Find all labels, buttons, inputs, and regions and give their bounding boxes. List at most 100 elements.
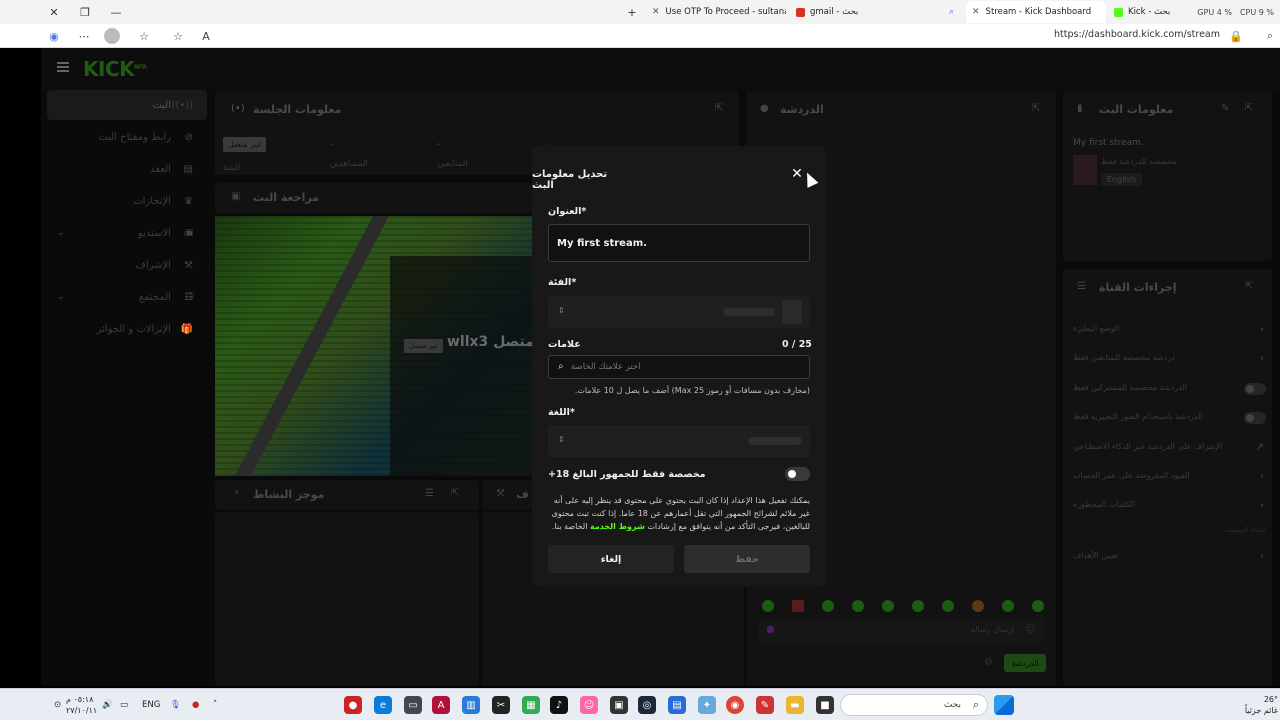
volume-icon[interactable]: 🔊	[102, 689, 113, 720]
window-minimize-icon[interactable]: —	[104, 0, 128, 24]
app-icon-monitor[interactable]: ▭	[404, 696, 422, 714]
app-icon-blue[interactable]: ▥	[462, 696, 480, 714]
settings-gear-icon[interactable]: ⚙	[984, 657, 993, 668]
emote-icon[interactable]	[942, 600, 954, 612]
sidebar-item-drops[interactable]: الإنزالات و الجوائز 🎁	[47, 314, 207, 344]
save-button[interactable]: حفظ	[684, 545, 810, 573]
tab-close-icon[interactable]: ✕	[972, 7, 980, 17]
edge-icon[interactable]: e	[374, 696, 392, 714]
emote-icon[interactable]	[852, 600, 864, 612]
emote-icon[interactable]	[912, 600, 924, 612]
sidebar-item-contract[interactable]: العقد ▤	[47, 154, 207, 184]
emote-icon[interactable]	[822, 600, 834, 612]
action-set-goals[interactable]: تعيين الأهداف ›	[1063, 551, 1272, 565]
browser-tab[interactable]: gmail - بحث ⌕	[790, 1, 960, 23]
popout-icon[interactable]: ⇱	[715, 103, 723, 114]
toggle-switch[interactable]	[1244, 383, 1266, 395]
file-explorer-icon[interactable]: ▬	[786, 696, 804, 714]
emote-icon[interactable]	[882, 600, 894, 612]
popout-icon[interactable]: ⇱	[451, 488, 459, 499]
popout-icon[interactable]: ⇱	[1245, 281, 1253, 292]
browser-tab[interactable]: ✕ Use OTP To Proceed - sultanalasi	[646, 1, 786, 23]
language-select[interactable]: ⇕	[548, 425, 810, 457]
app-icon-feather[interactable]: ✎	[756, 696, 774, 714]
collections-icon[interactable]: ☆	[136, 28, 152, 44]
favorite-icon[interactable]: ☆	[170, 28, 186, 44]
adult-content-toggle[interactable]	[785, 467, 810, 481]
more-icon[interactable]: ⋯	[76, 28, 92, 44]
steam-icon[interactable]: ◎	[638, 696, 656, 714]
sidebar-item-moderation[interactable]: الإشراف ⚒	[47, 250, 207, 280]
app-icon-green[interactable]: ▦	[522, 696, 540, 714]
read-aloud-icon[interactable]: A	[198, 28, 214, 44]
window-restore-icon[interactable]: ❐	[73, 0, 97, 24]
chrome-icon[interactable]: ◉	[726, 696, 744, 714]
emote-icon[interactable]	[792, 600, 804, 612]
popout-icon[interactable]: ⇱	[1245, 103, 1253, 114]
smile-icon[interactable]: ☺	[1026, 624, 1036, 635]
edit-pencil-icon[interactable]: ✎	[1221, 103, 1229, 114]
profile-avatar-icon[interactable]	[104, 28, 120, 44]
tags-input[interactable]	[571, 359, 803, 375]
url-field[interactable]: https://dashboard.kick.com/stream	[1054, 29, 1220, 40]
clock[interactable]: ٠٥:١٨ م ٢٧/١٠/١١	[66, 694, 97, 716]
battery-icon[interactable]: ▭	[120, 689, 128, 720]
taskbar-search[interactable]: بحث ⌕	[840, 694, 988, 716]
emote-icon[interactable]	[972, 600, 984, 612]
terms-of-service-link[interactable]: شروط الخدمة	[590, 522, 645, 531]
tab-close-icon[interactable]: ✕	[652, 7, 660, 17]
cancel-button[interactable]: إلغاء	[548, 545, 674, 573]
browser-tab[interactable]: Kick - بحث	[1108, 1, 1188, 23]
emote-icon[interactable]	[762, 600, 774, 612]
copilot-taskbar-icon[interactable]: ✦	[698, 696, 716, 714]
app-icon-pink[interactable]: ☺	[580, 696, 598, 714]
notification-icon[interactable]: ⊙	[54, 689, 61, 720]
action-followers-only[interactable]: دردشة مخصصة للمتابعين فقط ›	[1063, 353, 1272, 367]
browser-tab-active[interactable]: ✕ Stream - Kick Dashboard	[966, 1, 1106, 23]
sidebar-item-stream-key[interactable]: رابط ومفتاح البث ⊘	[47, 122, 207, 152]
capcut-icon[interactable]: ✂	[492, 696, 510, 714]
store-icon[interactable]: ▤	[668, 696, 686, 714]
action-account-age[interactable]: القيود المفروضة على عمر الحساب ›	[1063, 471, 1272, 485]
popout-icon[interactable]: ⇱	[1032, 103, 1040, 114]
copilot-icon[interactable]: ◉	[46, 28, 62, 44]
browser-search-icon[interactable]: ⌕	[1262, 28, 1278, 44]
microphone-icon[interactable]: 🎙	[170, 689, 181, 720]
language-indicator[interactable]: ENG	[142, 689, 160, 720]
action-subscribers-only[interactable]: الدردشة مخصصة للمشتركين فقط	[1063, 383, 1272, 397]
sidebar-item-community[interactable]: ⌄ ☺ المجتمع ☷	[47, 282, 207, 312]
window-close-icon[interactable]: ✕	[42, 0, 66, 24]
app-icon-square[interactable]: ■	[816, 696, 834, 714]
app-icon-red[interactable]: ●	[344, 696, 362, 714]
title-input[interactable]	[548, 224, 810, 262]
acrobat-icon[interactable]: A	[432, 696, 450, 714]
emote-icon[interactable]	[1002, 600, 1014, 612]
action-ai-moderation[interactable]: الإشراف على الدردشة عبر الذكاء الاصطناعي…	[1063, 442, 1272, 456]
app-icon-dark[interactable]: ▣	[610, 696, 628, 714]
external-link-icon: ↗	[1255, 442, 1264, 453]
action-banned-words[interactable]: الكلمات المحظورة ›	[1063, 500, 1272, 514]
chat-input[interactable]: إرسال رسالة ● ☺	[758, 619, 1044, 643]
sidebar-item-studio[interactable]: ⌄ ▣ الاستديو ▭	[47, 218, 207, 248]
category-select[interactable]: ⇕	[548, 296, 810, 328]
recording-icon[interactable]: ●	[192, 689, 199, 720]
panel-title: ف	[516, 488, 529, 501]
kick-logo[interactable]: KICKBETA	[83, 57, 147, 81]
menu-icon[interactable]	[57, 62, 69, 72]
chevron-up-icon[interactable]: ˄	[213, 689, 217, 720]
tags-field[interactable]: ⌕	[548, 355, 810, 379]
weather-widget[interactable]: 26° غائم جزئياً	[1245, 694, 1278, 716]
filter-icon[interactable]: ☰	[425, 488, 434, 499]
tiktok-icon[interactable]: ♪	[550, 696, 568, 714]
sidebar-item-label: الإنزالات و الجوائز	[96, 323, 171, 335]
chat-send-button[interactable]: الدردشة	[1004, 654, 1046, 672]
sidebar-item-achievements[interactable]: الإنجازات ♛	[47, 186, 207, 216]
action-emotes-only[interactable]: الدردشة باستخدام الصور التعبيرية فقط	[1063, 412, 1272, 426]
action-slow-mode[interactable]: الوضع البطيء ›	[1063, 324, 1272, 338]
toggle-switch[interactable]	[1244, 412, 1266, 424]
emoji-icon[interactable]: ●	[766, 624, 775, 635]
windows-start-icon[interactable]	[994, 695, 1014, 715]
emote-icon[interactable]	[1032, 600, 1044, 612]
new-tab-icon[interactable]: +	[620, 0, 644, 24]
sidebar-item-stream[interactable]: البث ((•))	[47, 90, 207, 120]
